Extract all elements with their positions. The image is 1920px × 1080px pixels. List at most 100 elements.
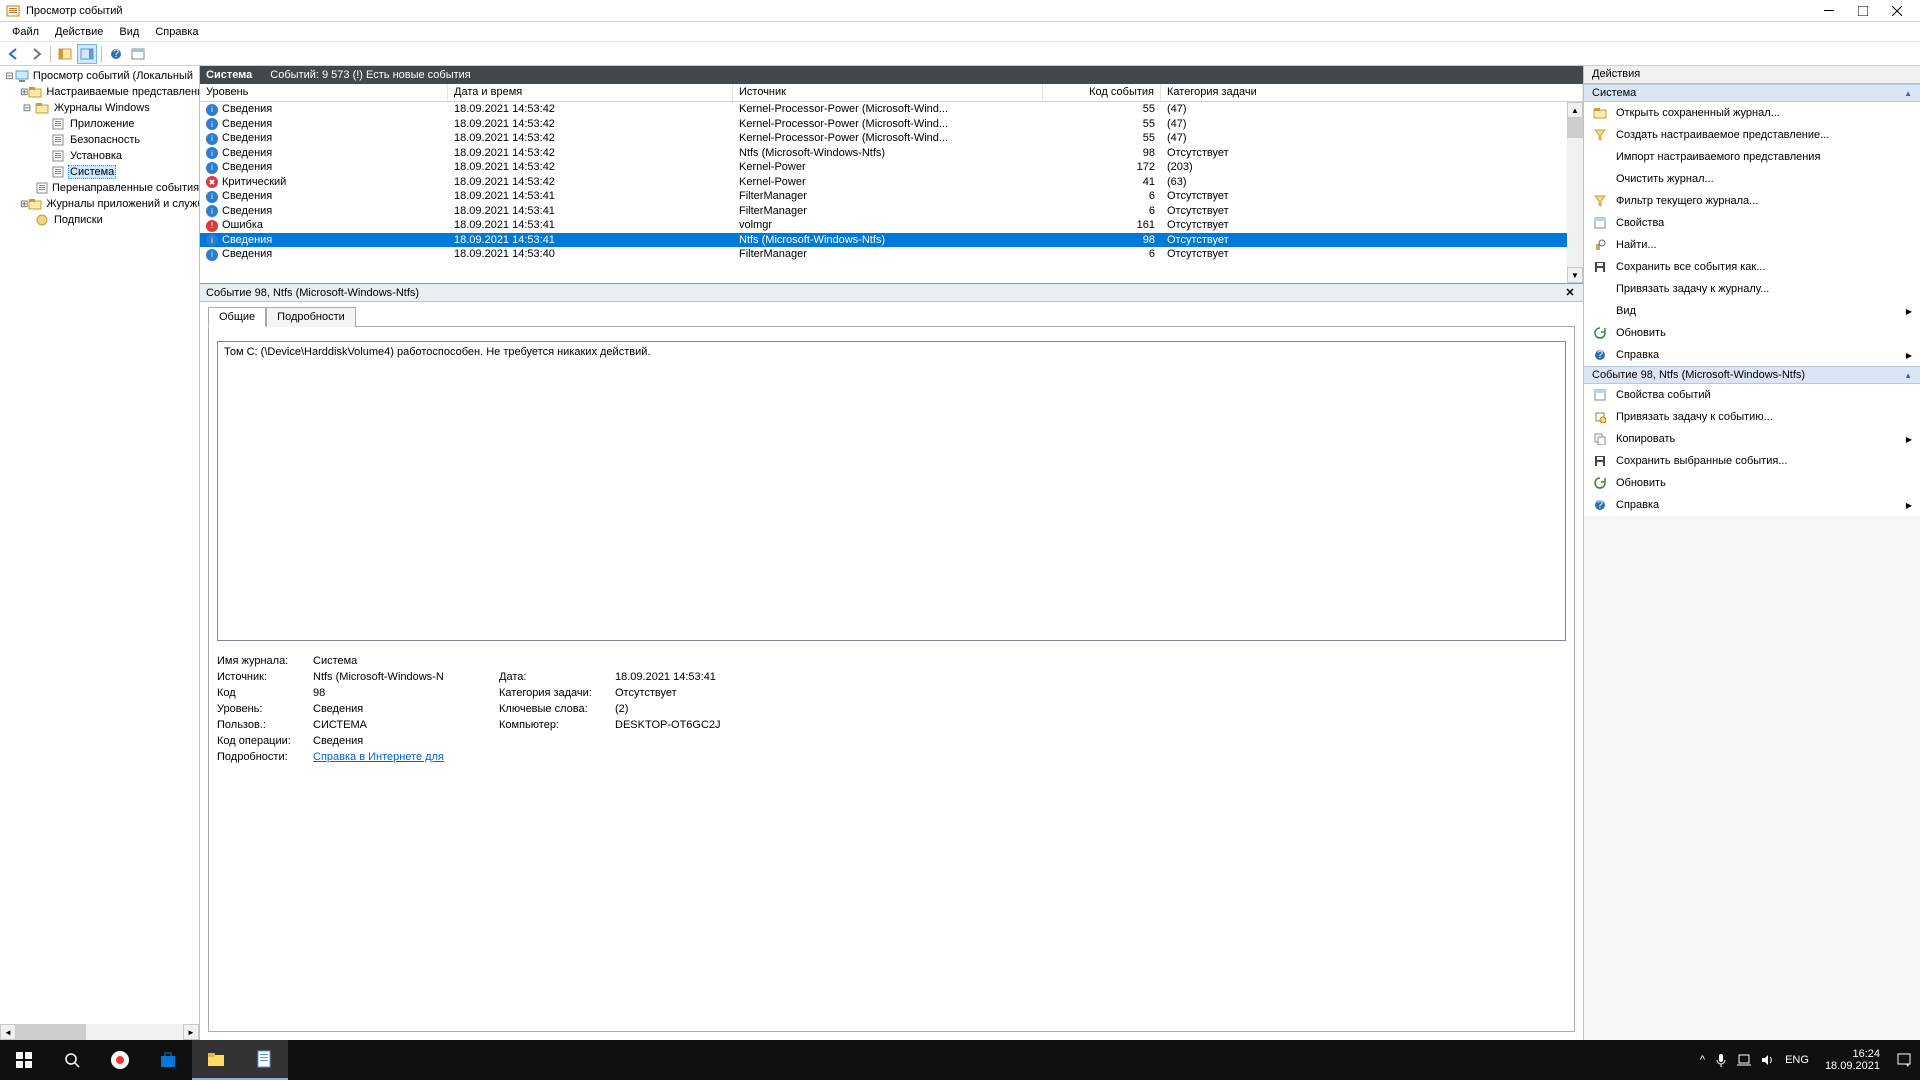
action-item[interactable]: Свойства bbox=[1584, 212, 1920, 234]
table-row[interactable]: !Ошибка18.09.2021 14:53:41volmgr161Отсут… bbox=[200, 218, 1583, 233]
grid-v-scrollbar[interactable]: ▲▼ bbox=[1567, 102, 1583, 283]
tree-node[interactable]: ⊞Настраиваемые представления bbox=[0, 84, 199, 100]
tree-node[interactable]: ⊟Просмотр событий (Локальный bbox=[0, 68, 199, 84]
action-item[interactable]: Привязать задачу к событию... bbox=[1584, 406, 1920, 428]
tree-node[interactable]: ⊞Журналы приложений и служб bbox=[0, 196, 199, 212]
action-item[interactable]: Найти... bbox=[1584, 234, 1920, 256]
menu-action[interactable]: Действие bbox=[47, 24, 111, 40]
tray-mic-icon[interactable] bbox=[1715, 1053, 1727, 1067]
tab-details[interactable]: Подробности bbox=[266, 307, 356, 327]
tree-h-scrollbar[interactable]: ◄► bbox=[0, 1024, 199, 1040]
taskbar-app-store[interactable] bbox=[144, 1040, 192, 1080]
menu-file[interactable]: Файл bbox=[4, 24, 47, 40]
center-pane: Система Событий: 9 573 (!) Есть новые со… bbox=[200, 66, 1584, 1040]
close-button[interactable] bbox=[1880, 0, 1914, 22]
action-icon bbox=[1592, 259, 1608, 275]
action-icon bbox=[1592, 127, 1608, 143]
tray-volume-icon[interactable] bbox=[1761, 1054, 1775, 1066]
system-tray: ^ ENG 16:24 18.09.2021 bbox=[1692, 1048, 1920, 1072]
minimize-button[interactable] bbox=[1812, 0, 1846, 22]
table-row[interactable]: ✖Критический18.09.2021 14:53:42Kernel-Po… bbox=[200, 175, 1583, 190]
titlebar: Просмотр событий bbox=[0, 0, 1920, 22]
action-item[interactable]: Импорт настраиваемого представления bbox=[1584, 146, 1920, 168]
action-icon: ? bbox=[1592, 497, 1608, 513]
collapse-icon: ▲ bbox=[1904, 89, 1912, 98]
tree-node[interactable]: ⊟Журналы Windows bbox=[0, 100, 199, 116]
grid-header[interactable]: Уровень Дата и время Источник Код событи… bbox=[200, 84, 1583, 102]
table-row[interactable]: iСведения18.09.2021 14:53:42Kernel-Proce… bbox=[200, 131, 1583, 146]
properties-button[interactable] bbox=[128, 44, 148, 64]
actions-section-system[interactable]: Система▲ bbox=[1584, 84, 1920, 102]
detail-tabs: Общие Подробности bbox=[200, 302, 1583, 326]
tree-node[interactable]: Подписки bbox=[0, 212, 199, 228]
table-row[interactable]: iСведения18.09.2021 14:53:40FilterManage… bbox=[200, 247, 1583, 262]
action-icon bbox=[1592, 303, 1608, 319]
table-row[interactable]: iСведения18.09.2021 14:53:42Ntfs (Micros… bbox=[200, 146, 1583, 161]
tree-node[interactable]: Приложение bbox=[0, 116, 199, 132]
tray-notifications-icon[interactable] bbox=[1896, 1052, 1912, 1068]
help-button[interactable]: ? bbox=[106, 44, 126, 64]
detail-body: Том C: (\Device\HarddiskVolume4) работос… bbox=[208, 326, 1575, 1032]
col-source[interactable]: Источник bbox=[733, 84, 1043, 101]
events-grid: Уровень Дата и время Источник Код событи… bbox=[200, 84, 1583, 284]
action-item[interactable]: Сохранить выбранные события... bbox=[1584, 450, 1920, 472]
table-row[interactable]: iСведения18.09.2021 14:53:42Kernel-Proce… bbox=[200, 102, 1583, 117]
show-hide-tree-button[interactable] bbox=[55, 44, 75, 64]
menu-view[interactable]: Вид bbox=[111, 24, 147, 40]
action-item[interactable]: Привязать задачу к журналу... bbox=[1584, 278, 1920, 300]
event-message: Том C: (\Device\HarddiskVolume4) работос… bbox=[217, 341, 1566, 641]
col-datetime[interactable]: Дата и время bbox=[448, 84, 733, 101]
col-level[interactable]: Уровень bbox=[200, 84, 448, 101]
action-icon bbox=[1592, 237, 1608, 253]
actions-header: Действия bbox=[1584, 66, 1920, 84]
search-button[interactable] bbox=[48, 1040, 96, 1080]
tray-language[interactable]: ENG bbox=[1785, 1054, 1809, 1066]
tree-node[interactable]: Система bbox=[0, 164, 199, 180]
svg-text:?: ? bbox=[1597, 349, 1603, 361]
tree-node[interactable]: Перенаправленные события bbox=[0, 180, 199, 196]
action-item[interactable]: Очистить журнал... bbox=[1584, 168, 1920, 190]
taskbar-app-explorer[interactable] bbox=[192, 1040, 240, 1080]
action-item[interactable]: ?Справка▶ bbox=[1584, 344, 1920, 366]
action-item[interactable]: Открыть сохраненный журнал... bbox=[1584, 102, 1920, 124]
action-item[interactable]: Создать настраиваемое представление... bbox=[1584, 124, 1920, 146]
action-item[interactable]: Обновить bbox=[1584, 322, 1920, 344]
action-item[interactable]: Обновить bbox=[1584, 472, 1920, 494]
detail-close-icon[interactable]: ✕ bbox=[1563, 286, 1577, 299]
taskbar-app-yandex[interactable] bbox=[96, 1040, 144, 1080]
tree-node[interactable]: Безопасность bbox=[0, 132, 199, 148]
maximize-button[interactable] bbox=[1846, 0, 1880, 22]
action-icon bbox=[1592, 475, 1608, 491]
forward-button[interactable] bbox=[26, 44, 46, 64]
web-help-link[interactable]: Справка в Интернете для bbox=[313, 751, 444, 763]
tray-network-icon[interactable] bbox=[1737, 1054, 1751, 1066]
table-row[interactable]: iСведения18.09.2021 14:53:42Kernel-Proce… bbox=[200, 117, 1583, 132]
table-row[interactable]: iСведения18.09.2021 14:53:41FilterManage… bbox=[200, 204, 1583, 219]
action-item[interactable]: Свойства событий bbox=[1584, 384, 1920, 406]
action-icon bbox=[1592, 431, 1608, 447]
action-item[interactable]: Фильтр текущего журнала... bbox=[1584, 190, 1920, 212]
show-hide-action-pane-button[interactable] bbox=[77, 44, 97, 64]
start-button[interactable] bbox=[0, 1040, 48, 1080]
back-button[interactable] bbox=[4, 44, 24, 64]
tray-clock[interactable]: 16:24 18.09.2021 bbox=[1819, 1048, 1886, 1072]
col-taskcat[interactable]: Категория задачи bbox=[1161, 84, 1583, 101]
taskbar-app-eventviewer[interactable] bbox=[240, 1040, 288, 1080]
tree-node[interactable]: Установка bbox=[0, 148, 199, 164]
main-body: ⊟Просмотр событий (Локальный⊞Настраиваем… bbox=[0, 66, 1920, 1040]
action-icon bbox=[1592, 281, 1608, 297]
actions-section-event[interactable]: Событие 98, Ntfs (Microsoft-Windows-Ntfs… bbox=[1584, 366, 1920, 384]
action-item[interactable]: Сохранить все события как... bbox=[1584, 256, 1920, 278]
action-item[interactable]: Копировать▶ bbox=[1584, 428, 1920, 450]
menu-help[interactable]: Справка bbox=[147, 24, 206, 40]
tab-general[interactable]: Общие bbox=[208, 307, 266, 327]
action-item[interactable]: Вид▶ bbox=[1584, 300, 1920, 322]
action-item[interactable]: ?Справка▶ bbox=[1584, 494, 1920, 516]
table-row[interactable]: iСведения18.09.2021 14:53:41Ntfs (Micros… bbox=[200, 233, 1583, 248]
collapse-icon: ▲ bbox=[1904, 371, 1912, 380]
table-row[interactable]: iСведения18.09.2021 14:53:41FilterManage… bbox=[200, 189, 1583, 204]
tray-chevron-icon[interactable]: ^ bbox=[1700, 1054, 1705, 1066]
action-icon bbox=[1592, 171, 1608, 187]
table-row[interactable]: iСведения18.09.2021 14:53:42Kernel-Power… bbox=[200, 160, 1583, 175]
col-eventid[interactable]: Код события bbox=[1043, 84, 1161, 101]
